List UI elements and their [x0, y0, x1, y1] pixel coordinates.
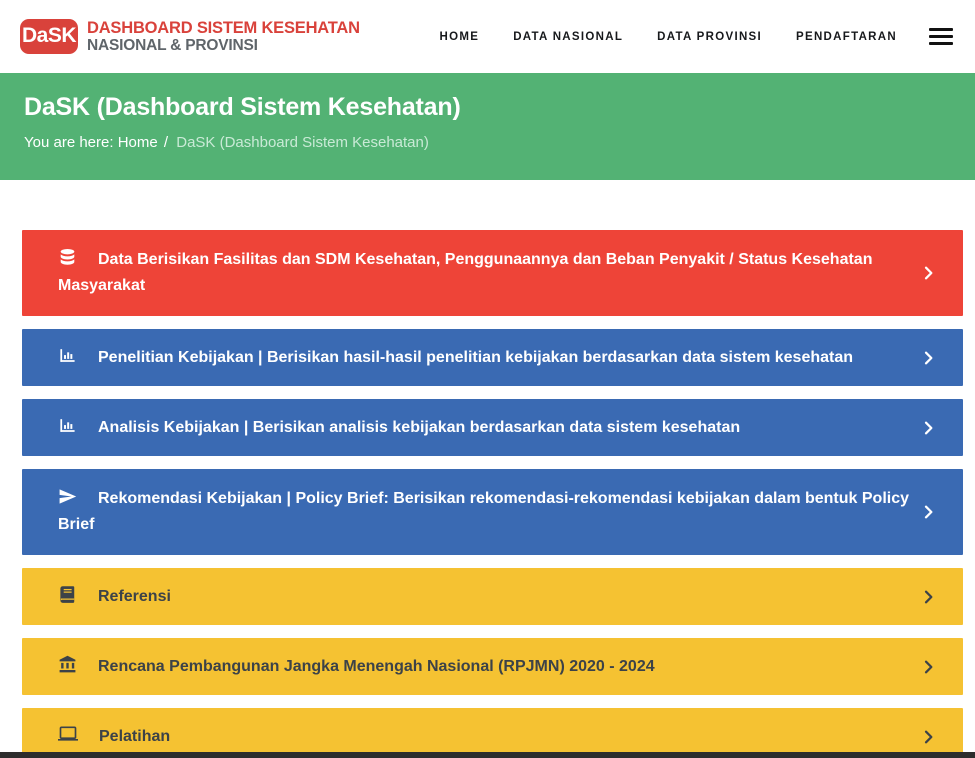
accordion-item-label: Rekomendasi Kebijakan | Policy Brief: Be…	[58, 490, 909, 533]
nav-item-pendaftaran[interactable]: PENDAFTARAN	[796, 31, 897, 43]
breadcrumb: You are here: Home / DaSK (Dashboard Sis…	[24, 133, 951, 153]
footer-strip	[0, 752, 975, 758]
accordion-item-data-fasilitas[interactable]: Data Berisikan Fasilitas dan SDM Kesehat…	[22, 230, 963, 316]
content-area: Data Berisikan Fasilitas dan SDM Kesehat…	[0, 180, 975, 758]
accordion-item-analisis-kebijakan[interactable]: Analisis Kebijakan | Berisikan analisis …	[22, 399, 963, 456]
logo-badge: DaSK	[20, 19, 78, 54]
accordion-item-pelatihan[interactable]: Pelatihan	[22, 708, 963, 758]
page-title: DaSK (Dashboard Sistem Kesehatan)	[24, 92, 951, 122]
accordion-list: Data Berisikan Fasilitas dan SDM Kesehat…	[22, 230, 963, 758]
logo-subtitle: NASIONAL & PROVINSI	[87, 37, 360, 54]
breadcrumb-home-link[interactable]: Home	[118, 134, 158, 151]
accordion-item-rpjmn[interactable]: Rencana Pembangunan Jangka Menengah Nasi…	[22, 638, 963, 695]
accordion-item-label: Rencana Pembangunan Jangka Menengah Nasi…	[98, 658, 655, 675]
accordion-item-penelitian-kebijakan[interactable]: Penelitian Kebijakan | Berisikan hasil-h…	[22, 329, 963, 386]
site-header: DaSK DASHBOARD SISTEM KESEHATAN NASIONAL…	[0, 0, 975, 73]
chevron-right-icon	[920, 419, 937, 436]
accordion-item-referensi[interactable]: Referensi	[22, 568, 963, 625]
accordion-item-label: Data Berisikan Fasilitas dan SDM Kesehat…	[58, 251, 872, 294]
site-logo[interactable]: DaSK DASHBOARD SISTEM KESEHATAN NASIONAL…	[20, 19, 360, 55]
logo-title: DASHBOARD SISTEM KESEHATAN	[87, 19, 360, 37]
nav-item-home[interactable]: HOME	[439, 31, 479, 43]
bank-icon	[58, 655, 77, 674]
nav-item-data-nasional[interactable]: DATA NASIONAL	[513, 31, 623, 43]
bar-chart-icon	[58, 416, 77, 435]
accordion-item-label: Analisis Kebijakan | Berisikan analisis …	[98, 419, 740, 436]
database-icon	[58, 248, 77, 267]
page: DaSK DASHBOARD SISTEM KESEHATAN NASIONAL…	[0, 0, 975, 758]
main-nav: HOME DATA NASIONAL DATA PROVINSI PENDAFT…	[405, 28, 953, 45]
accordion-item-label: Referensi	[98, 588, 171, 605]
chevron-right-icon	[920, 588, 937, 605]
bar-chart-icon	[58, 346, 77, 365]
chevron-right-icon	[920, 265, 937, 282]
laptop-icon	[58, 724, 78, 744]
accordion-item-label: Pelatihan	[99, 728, 170, 745]
chevron-right-icon	[920, 728, 937, 745]
accordion-item-label: Penelitian Kebijakan | Berisikan hasil-h…	[98, 349, 853, 366]
page-banner: DaSK (Dashboard Sistem Kesehatan) You ar…	[0, 73, 975, 180]
breadcrumb-current: DaSK (Dashboard Sistem Kesehatan)	[176, 134, 429, 151]
hamburger-icon[interactable]	[929, 28, 953, 45]
breadcrumb-separator: /	[164, 134, 168, 151]
accordion-item-rekomendasi-kebijakan[interactable]: Rekomendasi Kebijakan | Policy Brief: Be…	[22, 469, 963, 555]
chevron-right-icon	[920, 349, 937, 366]
chevron-right-icon	[920, 504, 937, 521]
paper-plane-icon	[58, 487, 77, 506]
nav-item-data-provinsi[interactable]: DATA PROVINSI	[657, 31, 762, 43]
chevron-right-icon	[920, 658, 937, 675]
breadcrumb-prefix: You are here:	[24, 134, 114, 151]
book-icon	[58, 585, 77, 604]
